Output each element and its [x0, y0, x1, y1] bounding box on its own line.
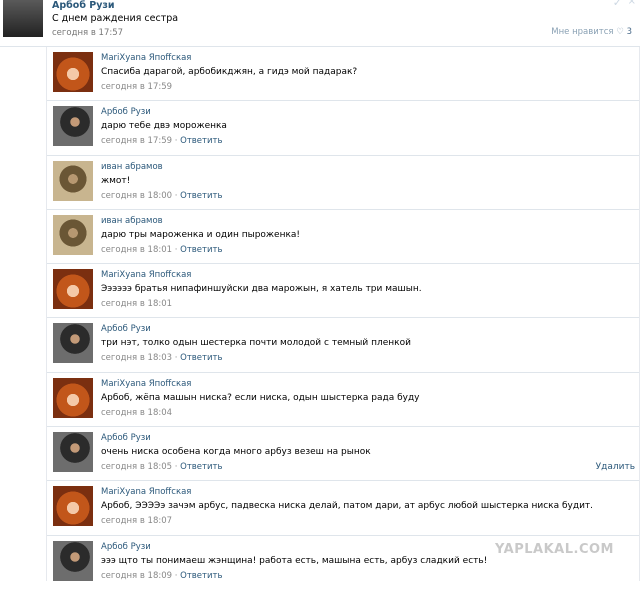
avatar[interactable] — [53, 540, 93, 581]
avatar[interactable] — [53, 486, 93, 527]
comment-author[interactable]: MariXyana Япоffская — [101, 270, 191, 280]
avatar[interactable] — [53, 377, 93, 418]
like-count: 3 — [626, 27, 632, 37]
avatar[interactable] — [53, 214, 93, 255]
comment-author[interactable]: MariXyana Япоffская — [101, 53, 191, 63]
reply-link[interactable]: Ответить — [180, 136, 222, 146]
avatar[interactable] — [53, 106, 93, 147]
comment: MariXyana Япоffская Арбоб, ЭЭЭЭэ зачэм а… — [47, 481, 639, 536]
comment-text: три нэт, толко одын шестерка почти молод… — [101, 338, 411, 349]
comment-author[interactable]: MariXyana Япоffская — [101, 379, 191, 389]
comment-meta: сегодня в 18:01 · Ответить — [101, 244, 223, 255]
avatar[interactable] — [53, 269, 93, 310]
comment-text: Арбоб, жёпа машын ниска? если ниска, оды… — [101, 392, 420, 403]
comment-time[interactable]: сегодня в 17:59 — [101, 82, 172, 92]
comment-author[interactable]: MariXyana Япоffская — [101, 487, 191, 497]
post-time[interactable]: сегодня в 17:57 — [52, 28, 123, 38]
reply-link[interactable]: Ответить — [180, 353, 222, 363]
watermark: YAPLAKAL.COM — [495, 542, 614, 557]
comment-meta: сегодня в 17:59 — [101, 82, 172, 92]
comment-text: Ээээээ братья нипафиншуйски два марожын,… — [101, 284, 422, 295]
like-label: Мне нравится — [551, 27, 614, 37]
comment: Арбоб Рузи очень ниска особена когда мно… — [47, 427, 639, 482]
comment-meta: сегодня в 18:07 — [101, 516, 172, 526]
avatar[interactable] — [53, 323, 93, 364]
comment-time[interactable]: сегодня в 18:04 — [101, 408, 172, 418]
post-author[interactable]: Арбоб Рузи — [52, 0, 115, 11]
comment-meta: сегодня в 17:59 · Ответить — [101, 136, 223, 147]
comment-author[interactable]: Арбоб Рузи — [101, 542, 151, 552]
comment-time[interactable]: сегодня в 18:01 — [101, 299, 172, 309]
comment: MariXyana Япоffская Арбоб, жёпа машын ни… — [47, 373, 639, 428]
reply-link[interactable]: Ответить — [180, 191, 222, 201]
comment-text: дарю тры мароженка и один пыроженка! — [101, 229, 301, 240]
like-button[interactable]: Мне нравится ♡ 3 — [551, 27, 632, 37]
comment: Арбоб Рузи дарю тебе двэ мороженка сегод… — [47, 101, 639, 156]
comment: иван абрамов дарю тры мароженка и один п… — [47, 210, 639, 265]
reply-link[interactable]: Ответить — [180, 245, 222, 255]
comment-time[interactable]: сегодня в 17:59 — [101, 136, 172, 146]
comment-author[interactable]: иван абрамов — [101, 216, 163, 226]
comment-text: эээ щто ты понимаеш жэнщина! работа есть… — [101, 555, 488, 566]
comment-author[interactable]: иван абрамов — [101, 162, 163, 172]
comment-author[interactable]: Арбоб Рузи — [101, 433, 151, 443]
comment-text: Арбоб, ЭЭЭЭэ зачэм арбус, падвеска ниска… — [101, 501, 594, 512]
comment-time[interactable]: сегодня в 18:09 — [101, 571, 172, 581]
heart-icon: ♡ — [616, 27, 624, 37]
comment-text: дарю тебе двэ мороженка — [101, 121, 227, 132]
wall-post: Арбоб Рузи С днем раждения сестра сегодн… — [0, 0, 640, 47]
comment-time[interactable]: сегодня в 18:03 — [101, 353, 172, 363]
comment-meta: сегодня в 18:03 · Ответить — [101, 353, 223, 364]
comment-meta: сегодня в 18:00 · Ответить — [101, 190, 223, 201]
comment-author[interactable]: Арбоб Рузи — [101, 324, 151, 334]
checkmark-icon[interactable]: ✓ — [613, 0, 622, 9]
comment-meta: сегодня в 18:04 — [101, 408, 172, 418]
comment: иван абрамов жмот! сегодня в 18:00 · Отв… — [47, 156, 639, 210]
close-icon[interactable]: × — [628, 0, 636, 7]
comment: Арбоб Рузи три нэт, толко одын шестерка … — [47, 318, 639, 373]
reply-link[interactable]: Ответить — [180, 462, 222, 472]
post-text: С днем раждения сестра — [52, 13, 179, 24]
comment: MariXyana Япоffская Спасиба дарагой, арб… — [47, 47, 639, 102]
comment-time[interactable]: сегодня в 18:05 — [101, 462, 172, 472]
comment-time[interactable]: сегодня в 18:07 — [101, 516, 172, 526]
reply-link[interactable]: Ответить — [180, 571, 222, 581]
comments-list: MariXyana Япоffская Спасиба дарагой, арб… — [46, 47, 640, 581]
comment-author[interactable]: Арбоб Рузи — [101, 107, 151, 117]
comment-meta: сегодня в 18:01 — [101, 299, 172, 309]
comment-meta: сегодня в 18:05 · Ответить — [101, 462, 223, 473]
author-avatar[interactable] — [3, 0, 43, 37]
comment-meta: сегодня в 18:09 · Ответить — [101, 570, 223, 581]
comment: MariXyana Япоffская Ээээээ братья нипафи… — [47, 264, 639, 319]
avatar[interactable] — [53, 52, 93, 92]
delete-link[interactable]: Удалить — [596, 462, 635, 472]
avatar[interactable] — [53, 432, 93, 473]
comment-time[interactable]: сегодня в 18:01 — [101, 245, 172, 255]
avatar[interactable] — [53, 160, 93, 201]
comment-time[interactable]: сегодня в 18:00 — [101, 191, 172, 201]
comment-text: очень ниска особена когда много арбуз ве… — [101, 447, 371, 458]
comment-text: Спасиба дарагой, арбобикджян, а гидэ мой… — [101, 67, 358, 77]
comment-text: жмот! — [101, 175, 131, 186]
